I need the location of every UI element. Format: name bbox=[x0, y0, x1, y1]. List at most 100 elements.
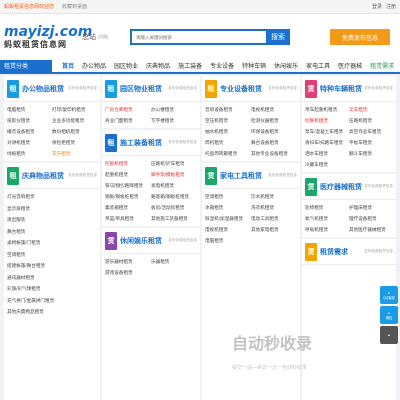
search-button[interactable]: 搜索 bbox=[266, 29, 290, 45]
list-item[interactable]: 舞台租赁 bbox=[7, 226, 97, 238]
list-item[interactable]: 集装箱租赁 bbox=[105, 202, 151, 213]
nav-home[interactable]: 首页 bbox=[58, 58, 78, 72]
list-item[interactable]: 高空作业车租赁 bbox=[349, 126, 393, 137]
list-item[interactable]: 电脑租赁 bbox=[205, 235, 251, 246]
list-item[interactable]: 数码相机租赁 bbox=[52, 126, 97, 137]
register-link[interactable]: 注册 bbox=[386, 3, 396, 10]
list-item[interactable]: 洗衣机租赁 bbox=[251, 202, 297, 213]
list-item[interactable]: 写字楼租赁 bbox=[151, 115, 197, 126]
list-item[interactable]: 对讲机租赁 bbox=[7, 137, 52, 148]
list-item[interactable]: 轮椅租赁 bbox=[305, 202, 349, 213]
card-title[interactable]: 医疗器械租赁 bbox=[320, 182, 362, 192]
list-item[interactable]: 空调租赁 bbox=[205, 191, 251, 202]
list-item[interactable]: 厂房仓库租赁 bbox=[105, 104, 151, 115]
card-title[interactable]: 专业设备租赁 bbox=[220, 84, 262, 94]
list-item[interactable]: 冰箱租赁 bbox=[205, 202, 251, 213]
list-item[interactable]: 花卉租赁 bbox=[52, 148, 97, 159]
list-item[interactable]: 脚手架/模板租赁 bbox=[151, 169, 197, 180]
list-item[interactable]: 呼吸机租赁 bbox=[305, 224, 349, 235]
list-item[interactable]: 音响设备租赁 bbox=[205, 104, 251, 115]
list-item[interactable]: 保险柜租赁 bbox=[52, 137, 97, 148]
list-item[interactable]: 游戏设备租赁 bbox=[105, 267, 151, 278]
card-subtitle[interactable]: 发布免费租赁信息 bbox=[68, 173, 97, 178]
list-item[interactable]: 电脑租赁 bbox=[7, 104, 52, 115]
list-item[interactable]: 演出服装 bbox=[7, 214, 97, 226]
card-subtitle[interactable]: 发布免费租赁信息 bbox=[364, 249, 393, 254]
list-item[interactable]: 环保设备租赁 bbox=[251, 126, 297, 137]
list-item[interactable]: 商业门面租赁 bbox=[105, 115, 151, 126]
card-subtitle[interactable]: 发布免费租赁信息 bbox=[68, 86, 97, 91]
card-title[interactable]: 租赁需求 bbox=[320, 247, 348, 257]
card-subtitle[interactable]: 发布免费租赁信息 bbox=[168, 86, 197, 91]
card-subtitle[interactable]: 发布免费租赁信息 bbox=[268, 173, 297, 178]
list-item[interactable]: 投影仪租赁 bbox=[7, 115, 52, 126]
post-free-info-button[interactable]: 免费发布信息 bbox=[330, 29, 390, 45]
list-item[interactable]: 其他家电租赁 bbox=[251, 224, 297, 235]
card-subtitle[interactable]: 发布免费租赁信息 bbox=[364, 184, 393, 189]
list-item[interactable]: 电视机租赁 bbox=[205, 224, 251, 235]
card-title[interactable]: 施工装备租赁 bbox=[120, 138, 162, 148]
card-title[interactable]: 办公物品租赁 bbox=[22, 84, 64, 94]
card-subtitle[interactable]: 发布免费租赁信息 bbox=[168, 140, 197, 145]
list-item[interactable]: 舞台设备租赁 bbox=[251, 137, 297, 148]
list-item[interactable]: 乐器租赁 bbox=[151, 256, 197, 267]
list-item[interactable]: 挖掘机租赁 bbox=[305, 115, 349, 126]
list-item[interactable]: 企业多功能租赁 bbox=[52, 115, 97, 126]
card-title[interactable]: 家电工具租赁 bbox=[220, 171, 262, 181]
list-item[interactable]: 检测仪器租赁 bbox=[251, 115, 297, 126]
list-item[interactable]: 焊机租赁 bbox=[205, 137, 251, 148]
list-item[interactable]: 播音设备租赁 bbox=[7, 126, 52, 137]
nav-appliance[interactable]: 家电工具 bbox=[302, 58, 334, 72]
list-item[interactable]: 护理床租赁 bbox=[349, 202, 393, 213]
list-item[interactable]: 通讯器材租赁 bbox=[7, 272, 97, 284]
nav-demand[interactable]: 租赁需求 bbox=[366, 58, 398, 72]
list-item[interactable]: 抽水机租赁 bbox=[205, 126, 251, 137]
list-item[interactable]: 翻斗车租赁 bbox=[349, 148, 393, 159]
list-item[interactable]: 充气拱门/金属拱门租赁 bbox=[7, 295, 97, 307]
nav-park[interactable]: 园区物业 bbox=[110, 58, 142, 72]
list-item[interactable]: 电动工具租赁 bbox=[251, 213, 297, 224]
list-item[interactable]: 空调租赁 bbox=[7, 249, 97, 261]
nav-leisure[interactable]: 休闲娱乐 bbox=[270, 58, 302, 72]
nav-vehicle[interactable]: 特种车辆 bbox=[238, 58, 270, 72]
list-item[interactable]: 显示屏租赁 bbox=[7, 203, 97, 215]
list-item[interactable]: 挖掘机租赁 bbox=[105, 158, 151, 169]
list-item[interactable]: 托盘周转箱租赁 bbox=[205, 148, 251, 159]
list-item[interactable]: 空压机租赁 bbox=[205, 115, 251, 126]
list-item[interactable]: 清扫车/扫路车租赁 bbox=[305, 137, 349, 148]
list-item[interactable]: 吊篮/吊具租赁 bbox=[105, 213, 151, 224]
list-item[interactable]: 起重机租赁 bbox=[105, 169, 151, 180]
nav-office[interactable]: 办公物品 bbox=[78, 58, 110, 72]
list-item[interactable]: 饮水机租赁 bbox=[251, 191, 297, 202]
list-item[interactable]: 其他专业设备租赁 bbox=[251, 148, 297, 159]
card-title[interactable]: 特种车辆租赁 bbox=[320, 84, 362, 94]
list-item[interactable]: 绿植租赁 bbox=[7, 148, 52, 159]
list-item[interactable]: 理疗设备租赁 bbox=[349, 213, 393, 224]
list-item[interactable]: 灯光音响租赁 bbox=[7, 191, 97, 203]
list-item[interactable]: 打印/复印机租赁 bbox=[52, 104, 97, 115]
card-title[interactable]: 园区物业租赁 bbox=[120, 84, 162, 94]
card-subtitle[interactable]: 发布免费租赁信息 bbox=[168, 238, 197, 243]
list-item[interactable]: 电视机租赁 bbox=[251, 104, 297, 115]
region-switch[interactable]: 总站 [切换] bbox=[82, 32, 128, 42]
list-item[interactable]: 压路机租赁 bbox=[349, 115, 393, 126]
site-logo[interactable]: mayizj.com 蚂蚁租赁信息网 bbox=[4, 25, 92, 50]
login-link[interactable]: 登录 bbox=[372, 3, 382, 10]
card-subtitle[interactable]: 发布免费租赁信息 bbox=[364, 86, 393, 91]
list-item[interactable]: 冷藏车租赁 bbox=[305, 159, 349, 170]
nav-medical[interactable]: 医疗器械 bbox=[334, 58, 366, 72]
list-item[interactable]: 吊车起重机租赁 bbox=[305, 104, 349, 115]
all-categories[interactable]: 租赁分类 bbox=[0, 58, 52, 72]
list-item[interactable]: 发电机租赁 bbox=[151, 180, 197, 191]
list-item[interactable]: 游乐器材租赁 bbox=[105, 256, 151, 267]
list-item[interactable]: 桌椅帐篷/门租赁 bbox=[7, 237, 97, 249]
qq-service-button[interactable]: ● QQ客服 bbox=[380, 286, 398, 304]
list-item[interactable]: 其他医疗器械租赁 bbox=[349, 224, 393, 235]
wechat-button[interactable]: ● 微信 bbox=[380, 306, 398, 324]
list-item[interactable]: 压路机/铲车租赁 bbox=[151, 158, 197, 169]
list-item[interactable]: 其他施工装备租赁 bbox=[151, 213, 197, 224]
nav-construction[interactable]: 施工装备 bbox=[174, 58, 206, 72]
list-item[interactable]: 除湿机/加湿器租赁 bbox=[205, 213, 251, 224]
search-input[interactable] bbox=[130, 29, 266, 45]
list-item[interactable]: 彩旗/彩气球租赁 bbox=[7, 283, 97, 295]
